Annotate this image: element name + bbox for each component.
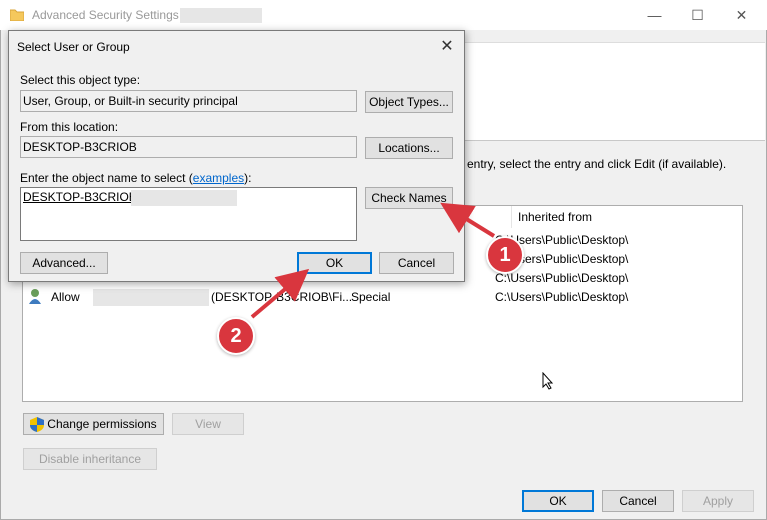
annotation-arrows <box>250 202 496 319</box>
arrow-2 <box>250 268 310 319</box>
annotation-badge-1: 1 <box>486 236 524 274</box>
arrow-1 <box>440 202 496 238</box>
annotation-badge-2: 2 <box>217 317 255 355</box>
